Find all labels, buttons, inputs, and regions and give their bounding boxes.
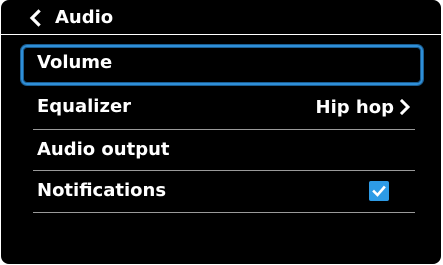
menu-item-volume[interactable]: Volume xyxy=(21,45,423,85)
equalizer-value-text: Hip hop xyxy=(315,96,394,118)
header-divider xyxy=(1,34,441,35)
menu-item-label: Volume xyxy=(37,52,113,73)
chevron-right-icon xyxy=(399,99,411,115)
menu-item-audio-output[interactable]: Audio output xyxy=(21,132,419,168)
menu-item-label: Equalizer xyxy=(37,96,132,117)
header: Audio xyxy=(1,0,441,34)
menu-item-label: Notifications xyxy=(37,180,167,201)
menu-item-equalizer[interactable]: Equalizer Hip hop xyxy=(21,89,419,125)
chevron-left-icon xyxy=(29,9,41,27)
equalizer-value: Hip hop xyxy=(316,95,411,119)
menu-item-label: Audio output xyxy=(37,139,170,160)
menu-item-notifications[interactable]: Notifications xyxy=(21,173,419,209)
back-button[interactable]: Audio xyxy=(27,6,113,30)
page-title: Audio xyxy=(55,7,114,28)
notifications-checkbox[interactable] xyxy=(369,181,389,201)
menu-divider xyxy=(33,212,415,213)
menu-divider xyxy=(33,170,415,171)
audio-settings-screen: Audio Volume Equalizer Hip hop Audio out… xyxy=(1,0,441,264)
checkmark-icon xyxy=(372,185,386,197)
menu-divider xyxy=(33,129,415,130)
